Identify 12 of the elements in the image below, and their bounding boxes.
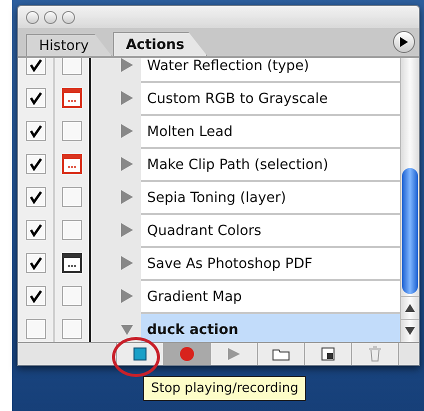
action-item[interactable]: Custom RGB to Grayscale <box>141 81 400 114</box>
panel-tab[interactable]: History <box>26 34 112 56</box>
action-item[interactable]: Molten Lead <box>141 114 400 147</box>
action-item[interactable]: Save As Photoshop PDF <box>141 246 400 279</box>
action-item[interactable]: Water Reflection (type) <box>141 58 400 81</box>
action-item[interactable]: duck action <box>141 312 400 342</box>
tooltip: Stop playing/recording <box>143 376 306 401</box>
action-item[interactable]: Sepia Toning (layer) <box>141 180 400 213</box>
action-item[interactable]: Gradient Map <box>141 279 400 312</box>
action-item[interactable]: Make Clip Path (selection) <box>141 147 400 180</box>
panel-tab[interactable]: Actions <box>112 32 208 56</box>
action-item[interactable]: Quadrant Colors <box>141 213 400 246</box>
